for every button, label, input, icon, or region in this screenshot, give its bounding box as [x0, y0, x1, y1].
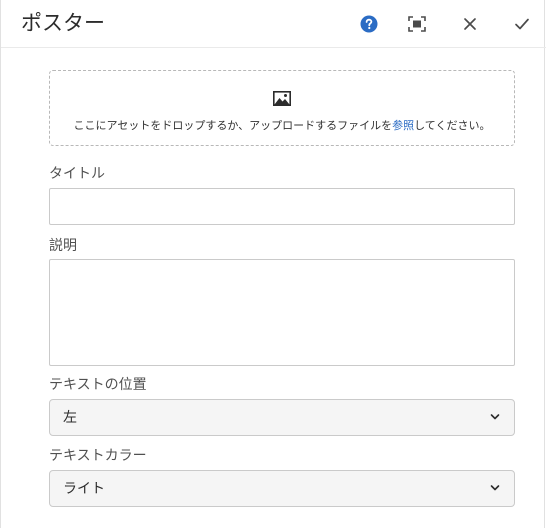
dialog-title: ポスター [21, 11, 105, 35]
text-color-label: テキストカラー [49, 448, 147, 464]
dropzone-text-before: ここにアセットをドロップするか、アップロードするファイルを [73, 119, 393, 132]
title-label: タイトル [49, 166, 105, 182]
dropzone-text: ここにアセットをドロップするか、アップロードするファイルを参照してください。 [50, 119, 514, 133]
chevron-down-icon [490, 485, 500, 491]
fullscreen-button[interactable] [404, 11, 430, 37]
poster-dialog: ポスター ここにアセットをドロップするか、アップロードするファイルを参照してくだ… [0, 0, 546, 528]
text-position-value: 左 [63, 410, 77, 426]
fullscreen-icon [408, 16, 426, 32]
dropzone-text-after: してください。 [414, 119, 491, 132]
done-button[interactable] [509, 11, 535, 37]
title-input[interactable] [49, 188, 515, 225]
chevron-down-icon [490, 414, 500, 420]
image-icon [273, 91, 291, 106]
description-label: 説明 [49, 238, 77, 254]
close-icon [464, 18, 476, 30]
close-button[interactable] [457, 11, 483, 37]
checkmark-icon [515, 18, 529, 30]
help-button[interactable] [356, 11, 382, 37]
text-position-label: テキストの位置 [49, 377, 147, 393]
dialog-header: ポスター [1, 0, 546, 48]
description-textarea[interactable] [49, 259, 515, 366]
text-color-value: ライト [63, 481, 105, 497]
text-position-select[interactable]: 左 [49, 399, 515, 436]
text-color-select[interactable]: ライト [49, 470, 515, 507]
help-icon [360, 15, 378, 33]
asset-dropzone[interactable]: ここにアセットをドロップするか、アップロードするファイルを参照してください。 [49, 70, 515, 146]
browse-link[interactable]: 参照 [392, 119, 414, 132]
